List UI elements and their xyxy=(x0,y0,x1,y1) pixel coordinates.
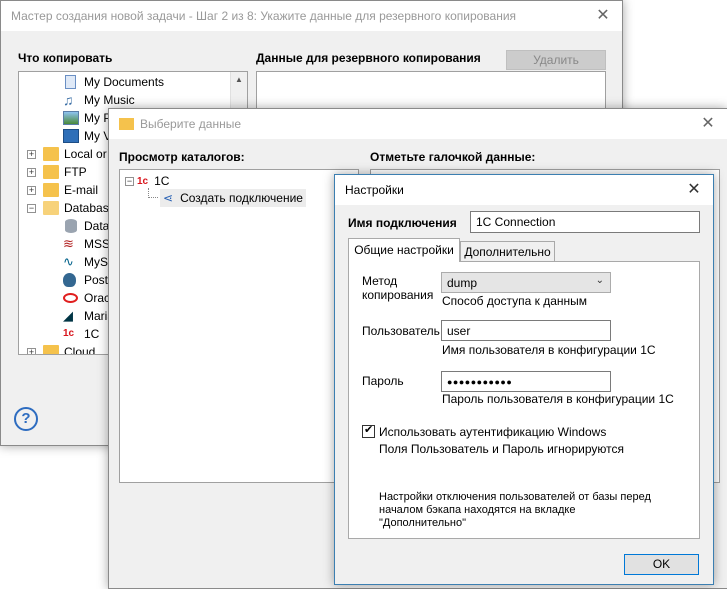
wizard-right-header: Данные для резервного копирования xyxy=(256,51,481,65)
tree-item-label: FTP xyxy=(64,165,87,179)
1c-icon: 1c xyxy=(63,328,75,339)
settings-window: Настройки ✕ Имя подключения 1C Connectio… xyxy=(334,174,714,585)
tree-item[interactable]: Postg xyxy=(63,271,115,289)
tree-item[interactable]: ⋖ Создать подключение xyxy=(160,189,306,207)
close-icon[interactable]: ✕ xyxy=(594,7,612,25)
settings-title: Настройки xyxy=(345,183,404,197)
tree-connector xyxy=(148,188,158,198)
tree-root-label: 1С xyxy=(154,174,170,188)
ok-button[interactable]: OK xyxy=(624,554,699,575)
expand-icon[interactable]: + xyxy=(27,185,36,195)
tree-item-label: Cloud xyxy=(64,345,96,355)
video-icon xyxy=(63,129,79,143)
mariadb-icon: ◢ xyxy=(63,308,73,323)
oracle-icon xyxy=(63,293,78,303)
choose-right-header: Отметьте галочкой данные: xyxy=(370,150,536,164)
wizard-titlebar: Мастер создания новой задачи - Шаг 2 из … xyxy=(1,1,622,31)
music-icon: ♫ xyxy=(63,92,74,108)
document-icon xyxy=(65,75,76,89)
tree-item[interactable]: + Local or xyxy=(27,145,107,163)
tree-item[interactable]: 1c 1C xyxy=(63,325,99,343)
tree-item[interactable]: My V xyxy=(63,127,111,145)
checkmark-icon: ✔ xyxy=(364,424,374,436)
share-icon: ⋖ xyxy=(163,191,174,205)
method-label-line2: копирования xyxy=(362,288,434,302)
folder-icon xyxy=(43,183,59,197)
tree-item[interactable]: + E-mail xyxy=(27,181,98,199)
tree-item-label: My Documents xyxy=(84,75,165,89)
close-icon[interactable]: ✕ xyxy=(685,181,703,199)
tree-item[interactable]: ◢ Maria xyxy=(63,307,114,325)
tab-general-label: Общие настройки xyxy=(354,243,454,257)
database-icon xyxy=(65,219,77,233)
disconnect-note: Настройки отключения пользователей от ба… xyxy=(379,491,651,530)
folder-open-icon xyxy=(43,201,59,215)
folder-icon xyxy=(43,345,59,354)
note-line2: началом бэкапа находятся на вкладке xyxy=(379,504,576,516)
expand-icon[interactable]: + xyxy=(27,347,36,354)
tree-item[interactable]: My Documents xyxy=(63,73,164,91)
settings-titlebar: Настройки ✕ xyxy=(335,175,713,205)
postgres-icon xyxy=(63,273,76,287)
note-line3: "Дополнительно" xyxy=(379,517,466,529)
scroll-up-icon[interactable]: ▲ xyxy=(235,75,243,84)
user-input[interactable]: user xyxy=(441,320,611,341)
password-label: Пароль xyxy=(362,374,404,388)
wizard-title: Мастер создания новой задачи - Шаг 2 из … xyxy=(11,9,517,23)
chevron-down-icon: ⌄ xyxy=(595,275,604,286)
windows-auth-hint: Поля Пользователь и Пароль игнорируются xyxy=(379,442,624,456)
1c-icon: 1c xyxy=(137,175,149,187)
password-input[interactable]: ●●●●●●●●●●● xyxy=(441,371,611,392)
collapse-icon[interactable]: − xyxy=(125,176,134,186)
collapse-icon[interactable]: − xyxy=(27,203,36,213)
tree-item[interactable]: + Cloud xyxy=(27,343,96,355)
user-input-value: user xyxy=(447,323,471,338)
folder-icon xyxy=(119,118,134,130)
folder-icon xyxy=(43,147,59,161)
tab-advanced-label: Дополнительно xyxy=(464,245,551,259)
tree-item[interactable]: − Database xyxy=(27,199,115,217)
tree-item[interactable]: My P xyxy=(63,109,111,127)
tab-general[interactable]: Общие настройки xyxy=(348,238,460,262)
tree-item[interactable]: + FTP xyxy=(27,163,87,181)
tree-item-label: 1C xyxy=(84,327,100,341)
choose-left-header: Просмотр каталогов: xyxy=(119,150,245,164)
wizard-left-header: Что копировать xyxy=(18,51,113,65)
user-label: Пользователь xyxy=(362,324,440,338)
choose-title: Выберите данные xyxy=(140,117,242,131)
tree-item-label: Local or xyxy=(64,147,107,161)
method-label: Метод копирования xyxy=(362,274,433,302)
choose-titlebar: Выберите данные ✕ xyxy=(109,109,727,139)
windows-auth-label[interactable]: Использовать аутентификацию Windows xyxy=(379,425,606,439)
expand-icon[interactable]: + xyxy=(27,167,36,177)
pictures-icon xyxy=(63,111,79,125)
connection-name-input[interactable]: 1C Connection xyxy=(470,211,700,233)
close-icon[interactable]: ✕ xyxy=(699,115,717,133)
tree-item-label: Создать подключение xyxy=(180,191,303,205)
tree-item-label: My Music xyxy=(84,93,135,107)
windows-auth-checkbox[interactable]: ✔ xyxy=(362,424,375,438)
expand-icon[interactable]: + xyxy=(27,149,36,159)
tab-advanced[interactable]: Дополнительно xyxy=(460,241,555,262)
note-line1: Настройки отключения пользователей от ба… xyxy=(379,491,651,503)
password-input-value: ●●●●●●●●●●● xyxy=(447,376,513,387)
catalog-tree[interactable]: − 1c 1С ⋖ Создать подключение xyxy=(119,169,359,483)
mssql-icon: ≋ xyxy=(63,236,74,251)
tree-item[interactable]: ♫ My Music xyxy=(63,91,135,109)
delete-button[interactable]: Удалить xyxy=(506,50,606,70)
method-select-value: dump xyxy=(447,275,478,290)
method-select[interactable]: dump ⌄ xyxy=(441,272,611,293)
method-hint: Способ доступа к данным xyxy=(442,294,588,308)
method-label-line1: Метод xyxy=(362,274,398,288)
help-icon[interactable]: ? xyxy=(14,407,38,431)
connection-name-value: 1C Connection xyxy=(476,215,556,229)
tree-item-label: E-mail xyxy=(64,183,99,197)
connection-name-label: Имя подключения xyxy=(348,216,457,230)
folder-icon xyxy=(43,165,59,179)
user-hint: Имя пользователя в конфигурации 1С xyxy=(442,343,656,357)
tab-content-panel: Метод копирования dump ⌄ Способ доступа … xyxy=(348,261,700,539)
password-hint: Пароль пользователя в конфигурации 1С xyxy=(442,392,674,406)
mysql-icon: ∿ xyxy=(63,254,74,269)
tree-item[interactable]: Oracl xyxy=(63,289,113,307)
